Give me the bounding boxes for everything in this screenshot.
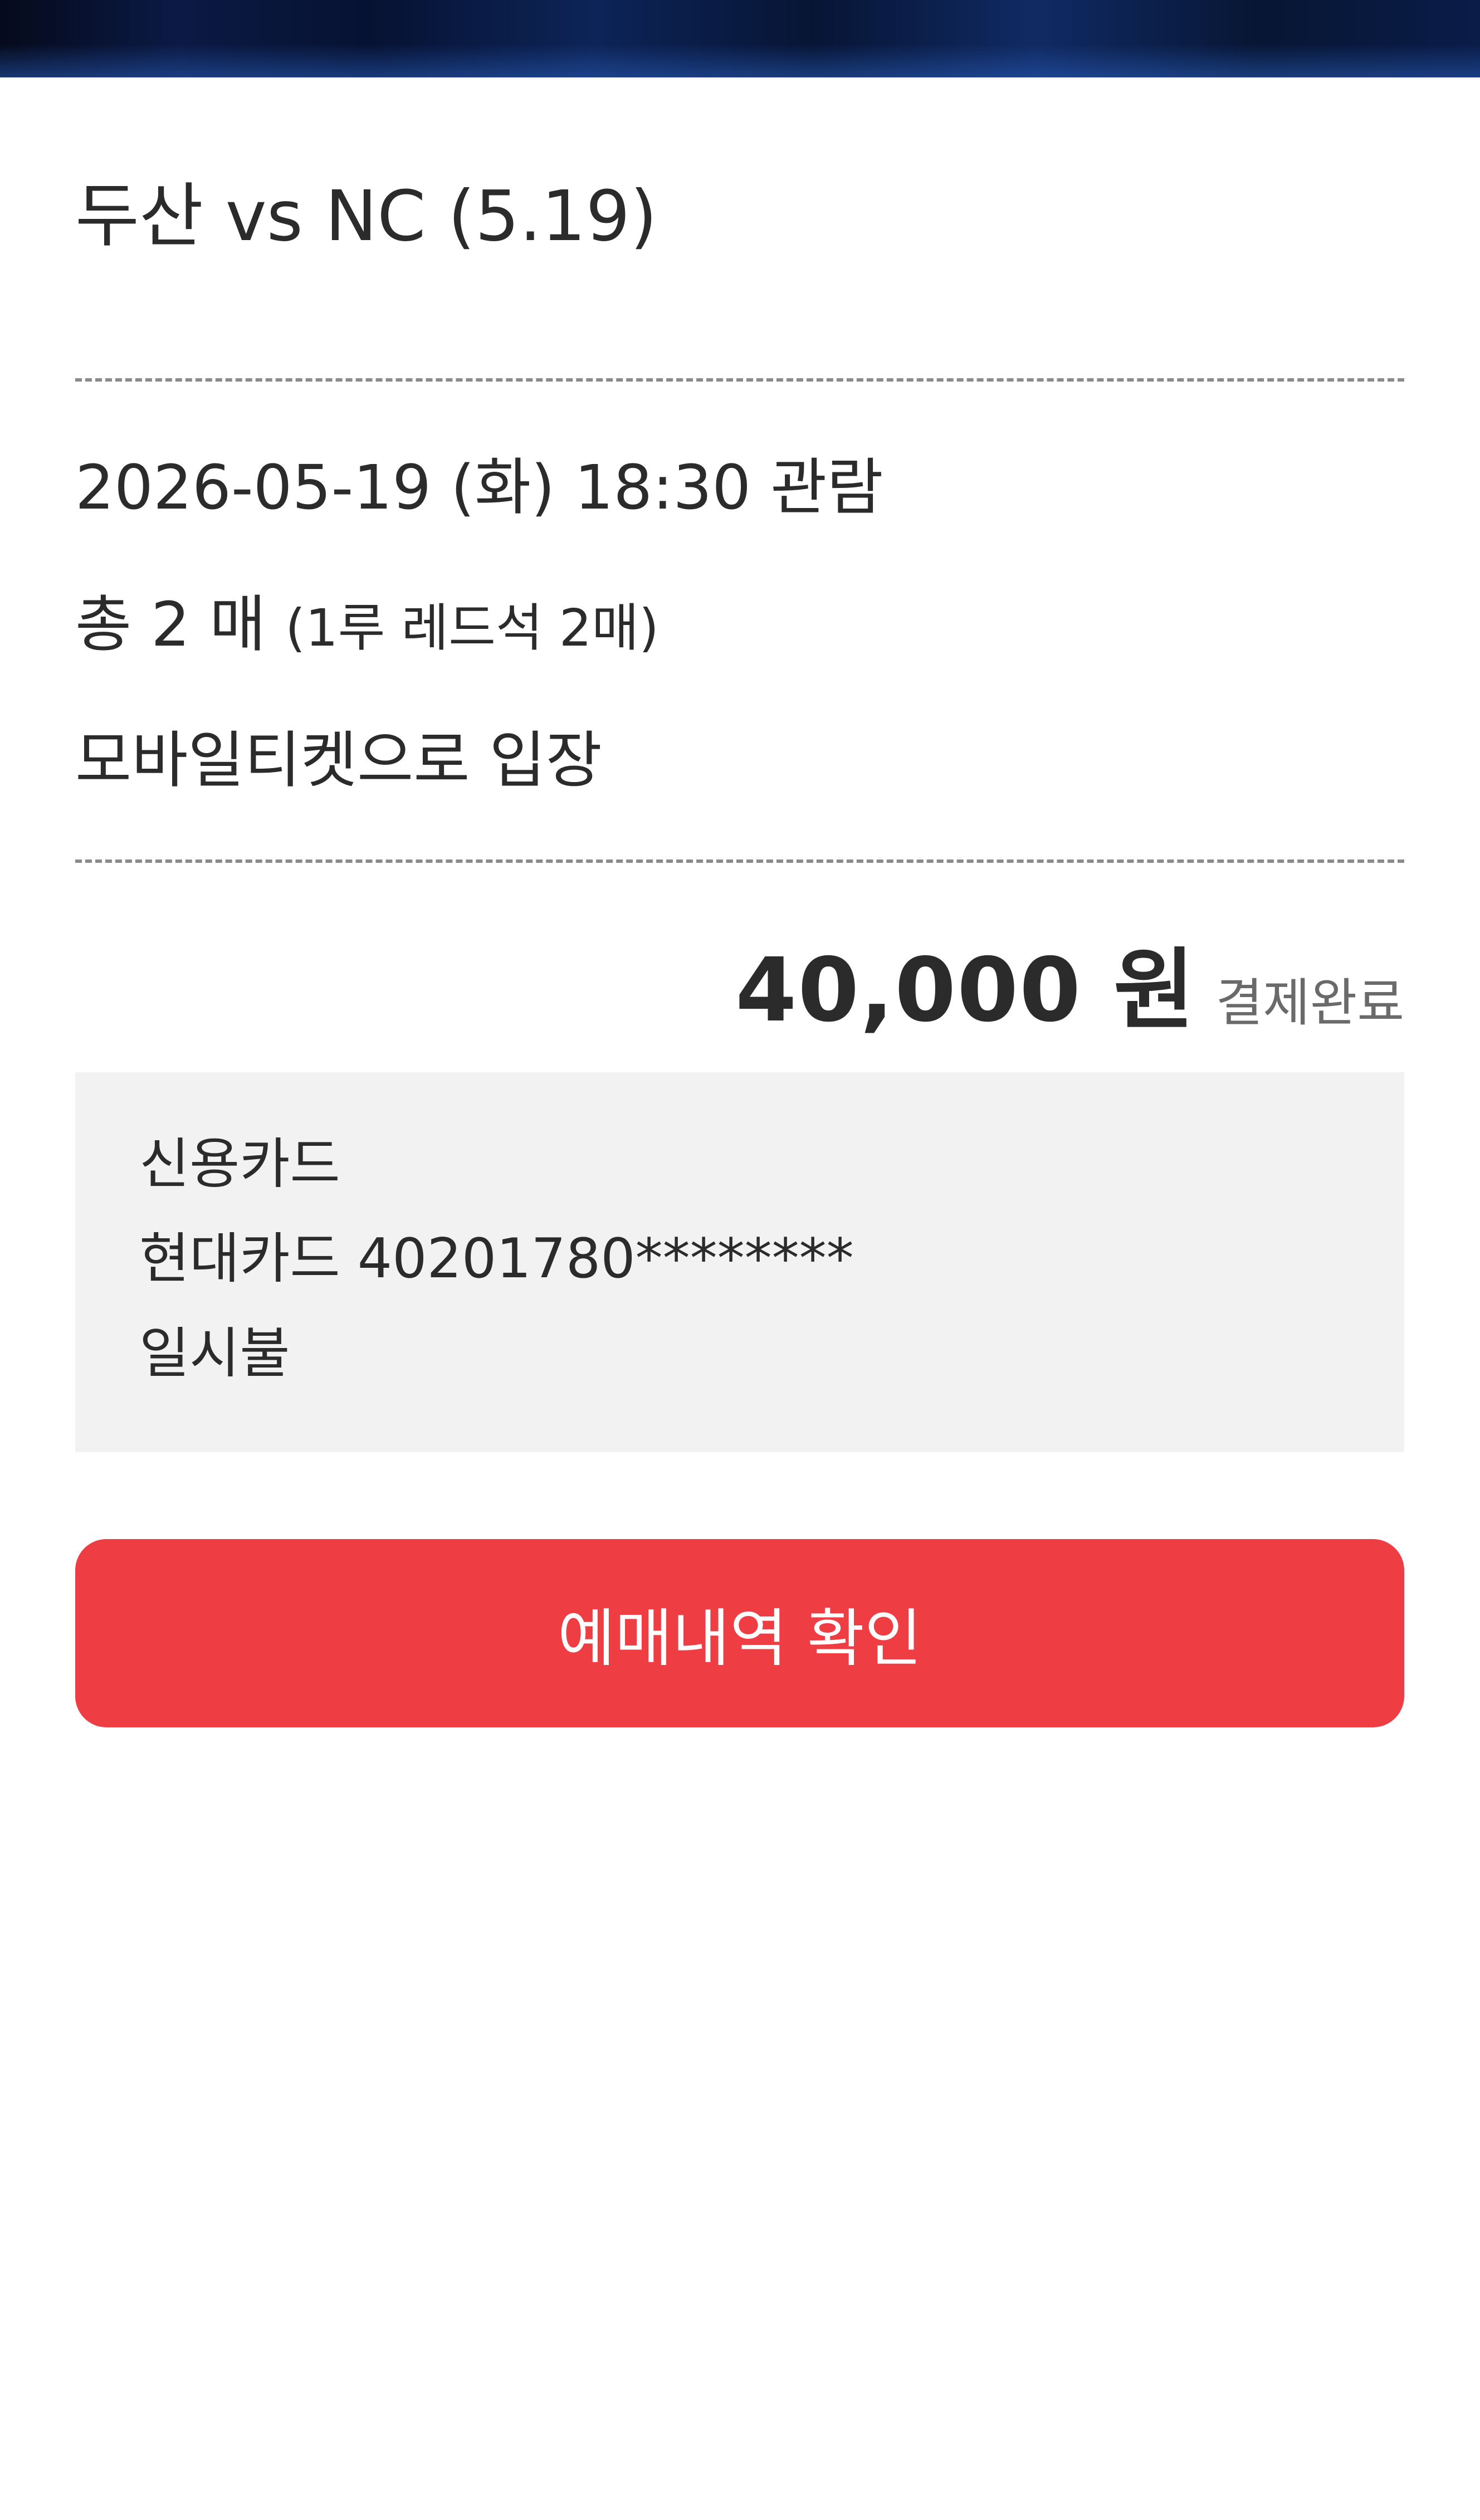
dashed-divider (75, 378, 1404, 382)
entry-method: 모바일티켓으로 입장 (75, 725, 602, 796)
dashed-divider (75, 859, 1404, 863)
installment-type: 일시불 (139, 1322, 290, 1385)
payment-method: 신용카드 (139, 1132, 340, 1196)
view-booking-button[interactable]: 예매내역 확인 (75, 1539, 1404, 1727)
ticket-count-detail: (1루 레드석 2매) (285, 598, 659, 658)
payment-info-box: 신용카드 현대카드 40201780******** 일시불 (75, 1072, 1404, 1452)
card-info: 현대카드 40201780******** (139, 1227, 854, 1291)
price-summary: 40,000 원 결제완료 (735, 919, 1404, 1042)
ticket-count-total: 총 2 매 (75, 589, 266, 660)
payment-status: 결제완료 (1215, 973, 1404, 1033)
ticket-count: 총 2 매 (1루 레드석 2매) (75, 585, 659, 667)
header-banner-image (0, 0, 1480, 77)
game-date-time: 2026-05-19 (화) 18:30 관람 (75, 452, 883, 523)
game-title: 두산 vs NC (5.19) (75, 176, 657, 257)
view-booking-button-label: 예매내역 확인 (558, 1603, 922, 1675)
total-price: 40,000 원 (735, 939, 1196, 1042)
